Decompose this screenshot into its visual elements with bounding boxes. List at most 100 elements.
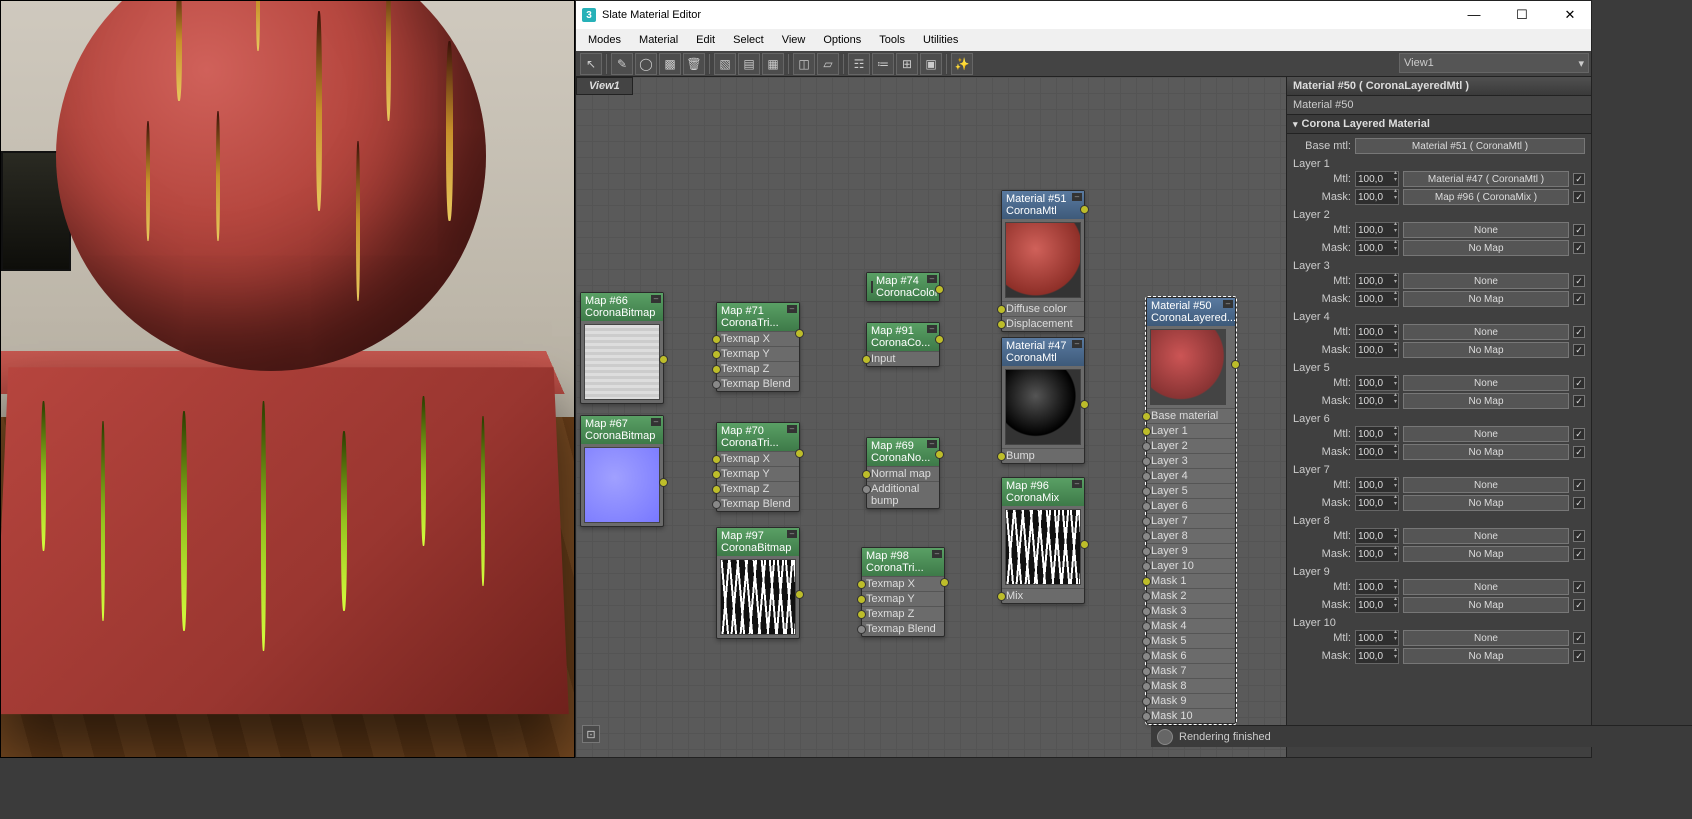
mtl-spinner[interactable]: 100,0: [1355, 579, 1399, 595]
mtl-checkbox[interactable]: ✓: [1573, 428, 1585, 440]
node-slot[interactable]: Layer 6: [1147, 498, 1235, 513]
mask-checkbox[interactable]: ✓: [1573, 344, 1585, 356]
mtl-map-button[interactable]: None: [1403, 426, 1569, 442]
move-children-icon[interactable]: ▧: [714, 53, 736, 75]
options-icon[interactable]: ✨: [951, 53, 973, 75]
mask-map-button[interactable]: No Map: [1403, 648, 1569, 664]
render-map-icon[interactable]: ▣: [920, 53, 942, 75]
node-slot[interactable]: Layer 2: [1147, 438, 1235, 453]
node-material-47[interactable]: Material #47CoronaMtl– Bump: [1001, 337, 1085, 464]
mtl-map-button[interactable]: None: [1403, 273, 1569, 289]
menu-modes[interactable]: Modes: [580, 32, 629, 48]
view-dropdown[interactable]: View1: [1399, 53, 1589, 73]
mask-checkbox[interactable]: ✓: [1573, 191, 1585, 203]
node-slot[interactable]: Layer 10: [1147, 558, 1235, 573]
mtl-spinner[interactable]: 100,0: [1355, 630, 1399, 646]
node-map-91[interactable]: Map #91CoronaCo...– Input: [866, 322, 940, 367]
rollout-header[interactable]: Corona Layered Material: [1287, 115, 1591, 134]
mtl-checkbox[interactable]: ✓: [1573, 326, 1585, 338]
select-tool-icon[interactable]: ↖: [580, 53, 602, 75]
mask-checkbox[interactable]: ✓: [1573, 548, 1585, 560]
node-slot[interactable]: Mask 10: [1147, 708, 1235, 723]
mtl-map-button[interactable]: None: [1403, 375, 1569, 391]
mask-checkbox[interactable]: ✓: [1573, 293, 1585, 305]
node-map-98[interactable]: Map #98CoronaTri...– Texmap X Texmap Y T…: [861, 547, 945, 637]
mask-map-button[interactable]: No Map: [1403, 240, 1569, 256]
node-slot[interactable]: Mask 6: [1147, 648, 1235, 663]
mtl-spinner[interactable]: 100,0: [1355, 477, 1399, 493]
mtl-map-button[interactable]: None: [1403, 324, 1569, 340]
menu-view[interactable]: View: [774, 32, 814, 48]
node-slot[interactable]: Base material: [1147, 408, 1235, 423]
mask-map-button[interactable]: No Map: [1403, 444, 1569, 460]
mtl-checkbox[interactable]: ✓: [1573, 530, 1585, 542]
mask-map-button[interactable]: No Map: [1403, 342, 1569, 358]
navigator-icon[interactable]: ⊡: [582, 725, 600, 743]
node-map-66[interactable]: Map #66CoronaBitmap–: [580, 292, 664, 404]
mtl-spinner[interactable]: 100,0: [1355, 426, 1399, 442]
mtl-checkbox[interactable]: ✓: [1573, 275, 1585, 287]
mtl-map-button[interactable]: None: [1403, 477, 1569, 493]
node-map-67[interactable]: Map #67CoronaBitmap–: [580, 415, 664, 527]
node-slot[interactable]: Mask 7: [1147, 663, 1235, 678]
node-map-71[interactable]: Map #71CoronaTri...– Texmap X Texmap Y T…: [716, 302, 800, 392]
menu-material[interactable]: Material: [631, 32, 686, 48]
node-map-96[interactable]: Map #96CoronaMix– Mix: [1001, 477, 1085, 604]
mask-map-button[interactable]: Map #96 ( CoronaMix ): [1403, 189, 1569, 205]
mask-spinner[interactable]: 100,0: [1355, 597, 1399, 613]
node-map-70[interactable]: Map #70CoronaTri...– Texmap X Texmap Y T…: [716, 422, 800, 512]
node-map-97[interactable]: Map #97CoronaBitmap–: [716, 527, 800, 639]
node-map-69[interactable]: Map #69CoronaNo...– Normal map Additiona…: [866, 437, 940, 509]
mask-checkbox[interactable]: ✓: [1573, 446, 1585, 458]
mask-checkbox[interactable]: ✓: [1573, 395, 1585, 407]
mask-spinner[interactable]: 100,0: [1355, 495, 1399, 511]
maximize-button[interactable]: ☐: [1507, 7, 1537, 23]
view-tab[interactable]: View1: [576, 77, 633, 95]
menu-options[interactable]: Options: [815, 32, 869, 48]
minimize-button[interactable]: —: [1459, 7, 1489, 23]
node-slot[interactable]: Layer 9: [1147, 543, 1235, 558]
node-slot[interactable]: Mask 5: [1147, 633, 1235, 648]
pick-material-icon[interactable]: ✎: [611, 53, 633, 75]
node-slot[interactable]: Layer 8: [1147, 528, 1235, 543]
mtl-spinner[interactable]: 100,0: [1355, 375, 1399, 391]
mask-checkbox[interactable]: ✓: [1573, 650, 1585, 662]
minimize-icon[interactable]: –: [651, 295, 661, 303]
menu-utilities[interactable]: Utilities: [915, 32, 966, 48]
mask-spinner[interactable]: 100,0: [1355, 342, 1399, 358]
node-slot[interactable]: Mask 1: [1147, 573, 1235, 588]
mtl-checkbox[interactable]: ✓: [1573, 632, 1585, 644]
mtl-map-button[interactable]: None: [1403, 630, 1569, 646]
mask-spinner[interactable]: 100,0: [1355, 189, 1399, 205]
mask-checkbox[interactable]: ✓: [1573, 599, 1585, 611]
mtl-map-button[interactable]: None: [1403, 528, 1569, 544]
mtl-checkbox[interactable]: ✓: [1573, 479, 1585, 491]
node-slot[interactable]: Mask 8: [1147, 678, 1235, 693]
delete-icon[interactable]: 🗑: [683, 53, 705, 75]
mask-spinner[interactable]: 100,0: [1355, 240, 1399, 256]
select-by-material-icon[interactable]: ⊞: [896, 53, 918, 75]
close-button[interactable]: ✕: [1555, 7, 1585, 23]
mask-map-button[interactable]: No Map: [1403, 393, 1569, 409]
node-slot[interactable]: Layer 1: [1147, 423, 1235, 438]
mtl-spinner[interactable]: 100,0: [1355, 171, 1399, 187]
mask-map-button[interactable]: No Map: [1403, 291, 1569, 307]
node-slot[interactable]: Mask 9: [1147, 693, 1235, 708]
node-map-74[interactable]: Map #74CoronaColor–: [866, 272, 940, 302]
layout-all-icon[interactable]: ◫: [793, 53, 815, 75]
mtl-checkbox[interactable]: ✓: [1573, 173, 1585, 185]
material-browser-icon[interactable]: ☶: [848, 53, 870, 75]
show-map-icon[interactable]: ▩: [659, 53, 681, 75]
mtl-spinner[interactable]: 100,0: [1355, 273, 1399, 289]
mtl-checkbox[interactable]: ✓: [1573, 224, 1585, 236]
node-slot[interactable]: Mask 4: [1147, 618, 1235, 633]
mask-spinner[interactable]: 100,0: [1355, 444, 1399, 460]
node-slot[interactable]: Layer 5: [1147, 483, 1235, 498]
mtl-map-button[interactable]: Material #47 ( CoronaMtl ): [1403, 171, 1569, 187]
mask-spinner[interactable]: 100,0: [1355, 546, 1399, 562]
node-material-50[interactable]: Material #50CoronaLayered...– Base mater…: [1146, 297, 1236, 724]
mtl-checkbox[interactable]: ✓: [1573, 377, 1585, 389]
base-mtl-button[interactable]: Material #51 ( CoronaMtl ): [1355, 138, 1585, 154]
node-slot[interactable]: Mask 2: [1147, 588, 1235, 603]
menu-edit[interactable]: Edit: [688, 32, 723, 48]
